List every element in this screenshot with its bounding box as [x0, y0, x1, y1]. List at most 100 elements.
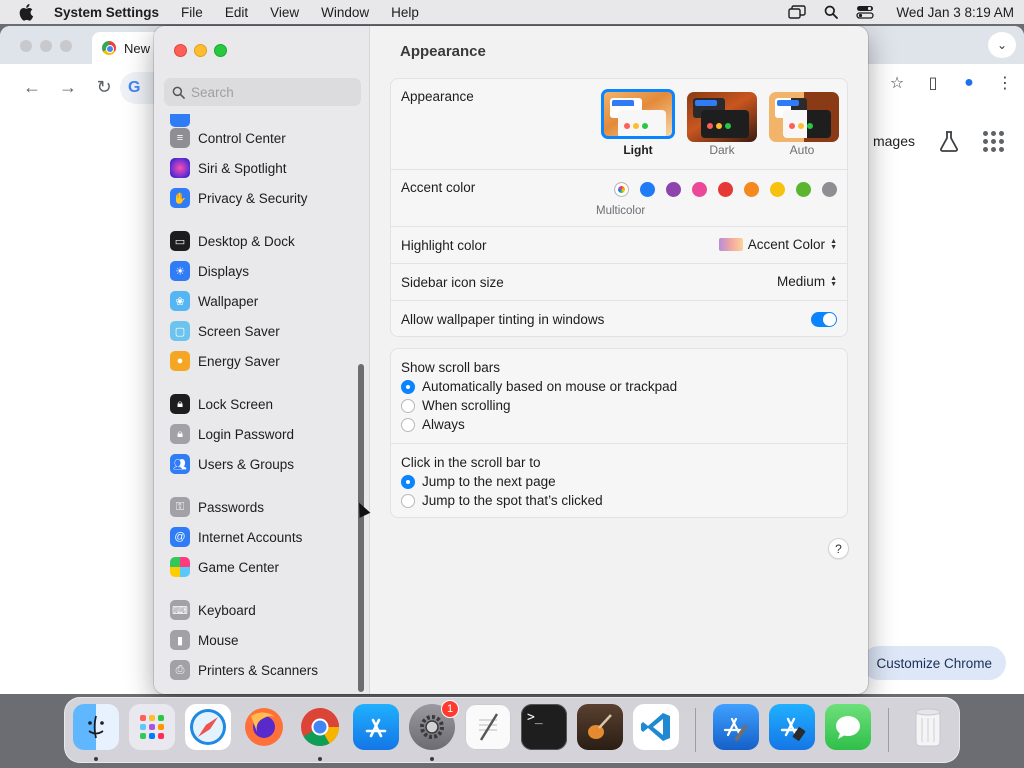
- labs-flask-icon[interactable]: [939, 130, 959, 152]
- back-arrow-icon[interactable]: ←: [14, 72, 50, 102]
- theme-dark-option[interactable]: [687, 92, 757, 142]
- accent-orange-swatch[interactable]: [744, 182, 759, 197]
- click-scroll-bar-row: Click in the scroll bar to Jump to the n…: [391, 443, 847, 518]
- sidebar-item-screen-saver[interactable]: ▢ Screen Saver: [170, 318, 354, 344]
- chrome-zoom-button[interactable]: [60, 40, 72, 52]
- accent-purple-swatch[interactable]: [666, 182, 681, 197]
- sidebar-item-energy-saver[interactable]: ● Energy Saver: [170, 348, 354, 374]
- menu-clock[interactable]: Wed Jan 3 8:19 AM: [896, 5, 1014, 20]
- zoom-button[interactable]: [214, 44, 227, 57]
- radio-button[interactable]: [401, 474, 415, 489]
- sidebar-item-label: Screen Saver: [198, 323, 280, 339]
- sidebar-item-control-center[interactable]: ≡ Control Center: [170, 125, 354, 151]
- control-center-icon[interactable]: [856, 5, 875, 19]
- terminal-icon[interactable]: >_: [521, 704, 567, 750]
- radio-button[interactable]: [401, 493, 415, 508]
- sidebar-icon-size-popup[interactable]: Medium ▲ ▼: [777, 274, 837, 289]
- sidebar-item-desktop-dock[interactable]: ▭ Desktop & Dock: [170, 228, 354, 254]
- trash-icon[interactable]: [905, 704, 951, 750]
- search-icon[interactable]: [824, 5, 839, 19]
- menu-edit[interactable]: Edit: [225, 5, 248, 20]
- radio-button[interactable]: [401, 398, 415, 413]
- menu-file[interactable]: File: [181, 5, 203, 20]
- sidebar-item-login-password[interactable]: 🔒︎ Login Password: [170, 421, 354, 447]
- bookmark-star-icon[interactable]: ☆: [886, 72, 908, 94]
- chevron-down-icon[interactable]: ⌄: [988, 32, 1016, 58]
- accent-graphite-swatch[interactable]: [822, 182, 837, 197]
- sidebar-item-mouse[interactable]: ▮ Mouse: [170, 627, 354, 653]
- screen-mirroring-icon[interactable]: [788, 5, 807, 19]
- jump-next-page-option[interactable]: Jump to the next page: [401, 474, 556, 489]
- textedit-icon[interactable]: [465, 704, 511, 750]
- apple-menu-icon[interactable]: [18, 3, 34, 21]
- sidebar-item-privacy-security[interactable]: ✋ Privacy & Security: [170, 185, 354, 211]
- sidebar-item-printers-scanners[interactable]: ⎙ Printers & Scanners: [170, 657, 354, 683]
- side-panel-icon[interactable]: ▯: [922, 72, 944, 94]
- highlight-swatch: [718, 238, 743, 251]
- hammer-icon[interactable]: [713, 704, 759, 750]
- sidebar-item-wallpaper[interactable]: ❀ Wallpaper: [170, 288, 354, 314]
- menu-help[interactable]: Help: [391, 5, 419, 20]
- radio-button[interactable]: [401, 379, 415, 394]
- reload-icon[interactable]: ↻: [86, 72, 122, 102]
- sidebar-item-internet-accounts[interactable]: @ Internet Accounts: [170, 524, 354, 550]
- jump-to-spot-option[interactable]: Jump to the spot that’s clicked: [401, 493, 603, 508]
- sidebar-item-game-center[interactable]: Game Center: [170, 554, 354, 580]
- menu-window[interactable]: Window: [321, 5, 369, 20]
- launchpad-icon[interactable]: [129, 704, 175, 750]
- theme-light-option[interactable]: [601, 89, 675, 139]
- profile-avatar-icon[interactable]: ●: [958, 72, 980, 94]
- app-store-icon[interactable]: [769, 704, 815, 750]
- chrome-close-button[interactable]: [20, 40, 32, 52]
- sidebar-search[interactable]: [164, 78, 361, 106]
- theme-auto-option[interactable]: [769, 92, 839, 142]
- highlight-color-popup[interactable]: Accent Color ▲ ▼: [718, 237, 837, 252]
- help-button[interactable]: ?: [828, 538, 849, 559]
- gear-icon[interactable]: 1: [409, 700, 459, 750]
- mouse-icon: ▮: [170, 630, 190, 650]
- messages-icon[interactable]: [825, 704, 871, 750]
- sidebar-item-siri-spotlight[interactable]: Siri & Spotlight: [170, 155, 354, 181]
- forward-arrow-icon[interactable]: →: [50, 72, 86, 102]
- scroll-when-scrolling-option[interactable]: When scrolling: [401, 398, 511, 413]
- app-store-icon[interactable]: [353, 704, 399, 750]
- chrome-minimize-button[interactable]: [40, 40, 52, 52]
- finder-icon[interactable]: [73, 704, 119, 750]
- images-link[interactable]: mages: [873, 133, 915, 149]
- menu-view[interactable]: View: [270, 5, 299, 20]
- google-apps-icon[interactable]: [983, 130, 1004, 152]
- sidebar-item-users-groups[interactable]: 👥︎ Users & Groups: [170, 451, 354, 477]
- safari-icon[interactable]: [185, 704, 231, 750]
- sidebar-item-lock-screen[interactable]: 🔒︎ Lock Screen: [170, 391, 354, 417]
- menu-app-name[interactable]: System Settings: [54, 5, 159, 20]
- close-button[interactable]: [174, 44, 187, 57]
- sidebar-scrollbar[interactable]: [358, 364, 364, 692]
- accent-multicolor-swatch[interactable]: [614, 182, 629, 197]
- more-menu-icon[interactable]: ⋮: [994, 72, 1016, 94]
- sidebar-item-displays[interactable]: ☀ Displays: [170, 258, 354, 284]
- sidebar-item-keyboard[interactable]: ⌨ Keyboard: [170, 597, 354, 623]
- firefox-icon[interactable]: [241, 704, 287, 750]
- customize-chrome-button[interactable]: Customize Chrome: [862, 646, 1006, 680]
- accent-pink-swatch[interactable]: [692, 182, 707, 197]
- google-bar: mages: [873, 130, 1004, 152]
- chrome-icon[interactable]: [297, 704, 343, 750]
- search-input[interactable]: [191, 84, 351, 100]
- wallpaper-tinting-toggle[interactable]: [811, 312, 837, 327]
- lock-icon: 🔒︎: [170, 424, 190, 444]
- sidebar-item-passwords[interactable]: ⚿ Passwords: [170, 494, 354, 520]
- scroll-auto-option[interactable]: Automatically based on mouse or trackpad: [401, 379, 677, 394]
- click-scroll-bar-label: Click in the scroll bar to: [401, 455, 541, 470]
- vscode-icon[interactable]: [633, 704, 679, 750]
- accent-red-swatch[interactable]: [718, 182, 733, 197]
- accent-yellow-swatch[interactable]: [770, 182, 785, 197]
- minimize-button[interactable]: [194, 44, 207, 57]
- sidebar-icon-size-label: Sidebar icon size: [401, 275, 504, 290]
- scroll-always-option[interactable]: Always: [401, 417, 465, 432]
- sidebar-item-label: Mouse: [198, 632, 239, 648]
- accent-blue-swatch[interactable]: [640, 182, 655, 197]
- accent-green-swatch[interactable]: [796, 182, 811, 197]
- screen-saver-icon: ▢: [170, 321, 190, 341]
- guitar-icon[interactable]: [577, 704, 623, 750]
- radio-button[interactable]: [401, 417, 415, 432]
